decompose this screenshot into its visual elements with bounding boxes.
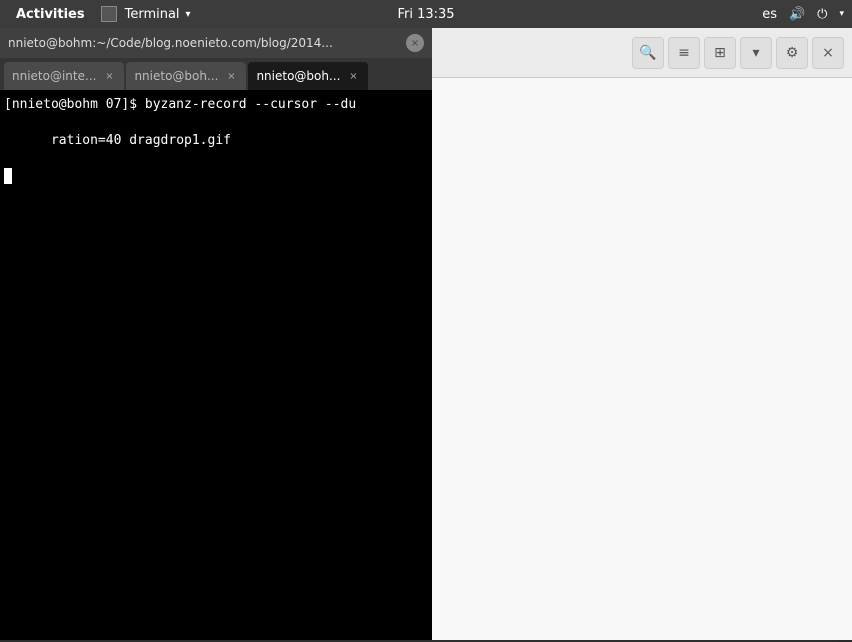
window-close-button[interactable]: × <box>406 34 424 52</box>
chevron-button[interactable]: ▾ <box>740 37 772 69</box>
search-icon: 🔍 <box>639 45 656 61</box>
terminal-menu-arrow: ▾ <box>186 9 191 20</box>
tab-1-close[interactable]: × <box>102 69 116 83</box>
activities-button[interactable]: Activities <box>8 0 93 28</box>
tab-1[interactable]: nnieto@inte... × <box>4 62 124 90</box>
right-panel: 🔍 ≡ ⊞ ▾ ⚙ × <box>432 28 852 640</box>
datetime-display: Fri 13:35 <box>397 7 454 22</box>
tab-2-label: nnieto@boh... <box>134 69 218 83</box>
window-title: nnieto@bohm:~/Code/blog.noenieto.com/blo… <box>8 36 398 50</box>
system-bar: Activities Terminal ▾ Fri 13:35 es 🔊 ⏻ ▾ <box>0 0 852 28</box>
tab-1-label: nnieto@inte... <box>12 69 96 83</box>
tab-3[interactable]: nnieto@boh... × <box>248 62 368 90</box>
tab-3-label: nnieto@boh... <box>256 69 340 83</box>
close-panel-button[interactable]: × <box>812 37 844 69</box>
grid-icon: ⊞ <box>714 45 726 61</box>
grid-button[interactable]: ⊞ <box>704 37 736 69</box>
search-button[interactable]: 🔍 <box>632 37 664 69</box>
volume-icon[interactable]: 🔊 <box>789 7 805 22</box>
right-toolbar: 🔍 ≡ ⊞ ▾ ⚙ × <box>432 28 852 78</box>
terminal-titlebar: nnieto@bohm:~/Code/blog.noenieto.com/blo… <box>0 28 432 58</box>
close-icon: × <box>822 45 834 61</box>
menu-icon: ≡ <box>678 45 690 61</box>
system-bar-left: Activities Terminal ▾ <box>8 0 199 28</box>
terminal-menu-label: Terminal <box>125 7 180 22</box>
chevron-down-icon: ▾ <box>752 45 759 61</box>
gear-icon: ⚙ <box>786 45 799 61</box>
menu-button[interactable]: ≡ <box>668 37 700 69</box>
terminal-line-1: [nnieto@bohm 07]$ byzanz-record --cursor… <box>4 96 428 114</box>
tab-2-close[interactable]: × <box>224 69 238 83</box>
power-arrow[interactable]: ▾ <box>839 9 844 19</box>
right-content <box>432 78 852 640</box>
terminal-small-icon <box>101 6 117 22</box>
terminal-cursor <box>4 168 12 184</box>
tabs-bar: nnieto@inte... × nnieto@boh... × nnieto@… <box>0 58 432 90</box>
tab-3-close[interactable]: × <box>346 69 360 83</box>
settings-button[interactable]: ⚙ <box>776 37 808 69</box>
language-indicator[interactable]: es <box>762 7 777 22</box>
terminal-line-2: ration=40 dragdrop1.gif <box>4 114 428 168</box>
power-icon[interactable]: ⏻ <box>817 7 827 22</box>
terminal-menu-button[interactable]: Terminal ▾ <box>93 0 199 28</box>
system-bar-right: es 🔊 ⏻ ▾ <box>762 7 844 22</box>
tab-2[interactable]: nnieto@boh... × <box>126 62 246 90</box>
terminal-content[interactable]: [nnieto@bohm 07]$ byzanz-record --cursor… <box>0 90 432 640</box>
terminal-line-3 <box>4 168 428 186</box>
terminal-window: nnieto@bohm:~/Code/blog.noenieto.com/blo… <box>0 28 432 640</box>
